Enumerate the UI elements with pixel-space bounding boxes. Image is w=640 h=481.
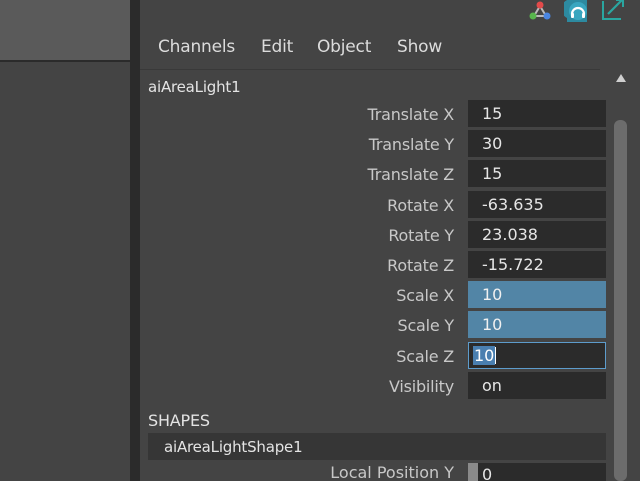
attr-row-scale-y[interactable]: Scale Y 10	[140, 311, 610, 339]
scroll-up-arrow-icon[interactable]	[614, 70, 628, 84]
attr-label[interactable]: Rotate Z	[387, 255, 454, 277]
attr-field-rotate-y[interactable]: 23.038	[468, 221, 606, 248]
expand-icon[interactable]	[600, 0, 626, 22]
attr-row-rotate-x[interactable]: Rotate X -63.635	[140, 191, 610, 219]
attr-label[interactable]: Rotate X	[387, 195, 454, 217]
maya-window: Channels Edit Object Show aiAreaLight1 T…	[0, 0, 640, 481]
edit-text-selection[interactable]: 10	[473, 346, 496, 365]
attr-slider-handle[interactable]	[468, 463, 478, 481]
attr-label[interactable]: Visibility	[389, 376, 454, 398]
attr-field-rotate-x[interactable]: -63.635	[468, 191, 606, 218]
attr-row-scale-x[interactable]: Scale X 10	[140, 281, 610, 309]
text-caret	[495, 346, 497, 364]
viewport-panel[interactable]	[0, 0, 130, 481]
shape-node-bar[interactable]: aiAreaLightShape1	[148, 433, 606, 460]
attr-row-translate-y[interactable]: Translate Y 30	[140, 130, 610, 158]
attr-field-translate-z[interactable]: 15	[468, 160, 606, 187]
attr-field-rotate-z[interactable]: -15.722	[468, 251, 606, 278]
attr-label[interactable]: Translate Y	[369, 134, 455, 156]
attr-row-rotate-z[interactable]: Rotate Z -15.722	[140, 251, 610, 279]
channel-box: Channels Edit Object Show aiAreaLight1 T…	[140, 0, 640, 481]
shape-node-name[interactable]: aiAreaLightShape1	[164, 436, 303, 458]
menu-edit[interactable]: Edit	[261, 36, 293, 58]
attr-field-scale-x[interactable]: 10	[468, 281, 606, 308]
node-name[interactable]: aiAreaLight1	[148, 77, 241, 97]
attr-field-scale-y[interactable]: 10	[468, 311, 606, 338]
attr-field-scale-z[interactable]: 10	[468, 342, 606, 369]
node-editor-icon[interactable]	[528, 0, 552, 22]
attr-field-translate-y[interactable]: 30	[468, 130, 606, 157]
headphones-icon[interactable]	[564, 0, 590, 22]
attr-field-visibility[interactable]: on	[468, 372, 606, 399]
attr-label[interactable]: Scale X	[396, 285, 454, 307]
attr-label[interactable]: Translate Z	[368, 164, 455, 186]
vertical-scrollbar[interactable]	[610, 70, 632, 481]
menu-channels[interactable]: Channels	[158, 36, 235, 58]
channel-box-toolbar	[140, 0, 640, 28]
attr-label[interactable]: Scale Z	[396, 346, 454, 368]
panel-separator[interactable]	[130, 0, 140, 481]
shapes-section-header: SHAPES	[148, 411, 210, 430]
attr-field-translate-x[interactable]: 15	[468, 100, 606, 127]
menu-show[interactable]: Show	[397, 36, 442, 58]
viewport-divider	[0, 60, 130, 62]
menubar-divider	[140, 69, 600, 70]
attr-field-local-position-y[interactable]: 0	[478, 463, 606, 481]
attr-row-visibility[interactable]: Visibility on	[140, 372, 610, 400]
attr-row-rotate-y[interactable]: Rotate Y 23.038	[140, 221, 610, 249]
menu-object[interactable]: Object	[317, 36, 371, 58]
attr-label[interactable]: Local Position Y	[330, 462, 454, 481]
attr-row-local-position-y[interactable]: Local Position Y 0	[140, 461, 610, 481]
scrollbar-thumb[interactable]	[614, 120, 627, 481]
attr-row-translate-z[interactable]: Translate Z 15	[140, 160, 610, 188]
attr-row-translate-x[interactable]: Translate X 15	[140, 100, 610, 128]
attr-label[interactable]: Translate X	[368, 104, 455, 126]
attr-label[interactable]: Scale Y	[397, 315, 454, 337]
attr-row-scale-z[interactable]: Scale Z 10	[140, 342, 610, 370]
viewport-toolbar	[0, 0, 130, 60]
channel-box-menubar: Channels Edit Object Show	[140, 28, 640, 68]
attr-label[interactable]: Rotate Y	[388, 225, 454, 247]
